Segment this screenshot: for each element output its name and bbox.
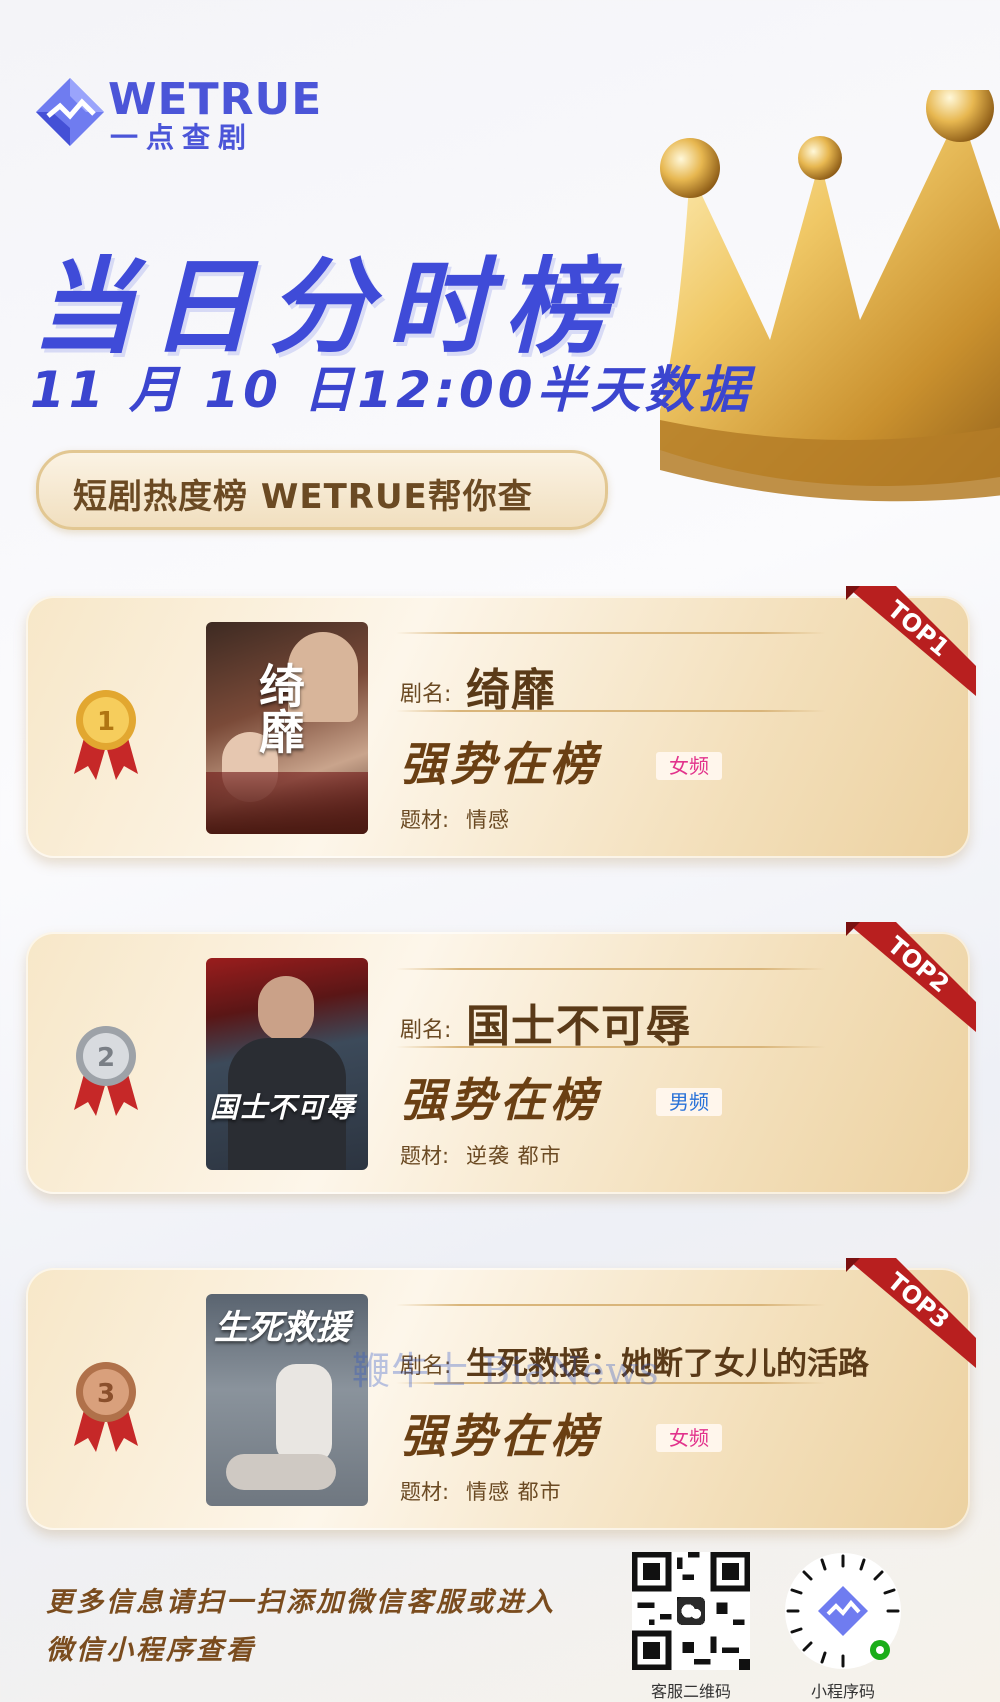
gold-medal-icon: 1 <box>74 690 138 780</box>
genre-label: 题材: <box>400 1480 450 1504</box>
poster-image: 绮靡 <box>206 622 368 834</box>
top-ribbon: TOP3 <box>846 1258 976 1368</box>
poster-image: 国士不可辱 <box>206 958 368 1170</box>
drama-name: 绮靡 <box>466 665 556 716</box>
top-ribbon: TOP2 <box>846 922 976 1032</box>
drama-name-label: 剧名: <box>400 1018 452 1043</box>
bronze-medal-icon: 3 <box>74 1362 138 1452</box>
genre-value: 逆袭 都市 <box>466 1144 562 1168</box>
divider <box>396 1304 826 1306</box>
top-label: TOP2 <box>882 931 954 998</box>
divider <box>396 710 826 712</box>
brand-logo: WETRUE 一点查剧 <box>30 72 321 154</box>
rank-status: 强势在榜 <box>400 1073 600 1127</box>
footer-line-2: 微信小程序查看 <box>46 1635 256 1666</box>
divider <box>396 1046 826 1048</box>
category-tag: 男频 <box>656 1088 722 1116</box>
slogan-pill: 短剧热度榜 WETRUE帮你查 <box>36 450 608 530</box>
divider <box>396 968 826 970</box>
brand-name-cn: 一点查剧 <box>110 121 255 154</box>
rank-status: 强势在榜 <box>400 1409 600 1463</box>
medal-number: 1 <box>97 707 115 737</box>
poster-image: 生死救援 <box>206 1294 368 1506</box>
drama-name: 国士不可辱 <box>466 1001 691 1052</box>
qr-label-service: 客服二维码 <box>650 1682 731 1701</box>
top-label: TOP3 <box>882 1267 954 1334</box>
category-tag: 女频 <box>656 752 722 780</box>
poster-title: 生死救援 <box>214 1308 350 1348</box>
genre-value: 情感 都市 <box>466 1480 562 1504</box>
watermark: 鞭牛士 BiaNews <box>352 1349 660 1393</box>
mini-program-code[interactable] <box>784 1552 902 1670</box>
genre-label: 题材: <box>400 1144 450 1168</box>
crown-icon <box>660 90 1000 502</box>
slogan-text: 短剧热度榜 WETRUE帮你查 <box>73 477 533 517</box>
page-subtitle: 11 月 10 日12:00半天数据 <box>30 361 753 419</box>
rank-status: 强势在榜 <box>400 737 600 791</box>
logo-diamond-icon <box>36 78 104 146</box>
customer-service-qr-code[interactable] <box>632 1552 750 1670</box>
ranking-card-1[interactable]: 1 绮靡 剧名: 绮靡 强势在榜 女频 题材: 情感 TOP1 <box>26 586 976 858</box>
divider <box>396 632 826 634</box>
genre-label: 题材: <box>400 808 450 832</box>
poster-title: 国士不可辱 <box>210 1091 356 1124</box>
drama-name-label: 剧名: <box>400 682 452 707</box>
category-tag: 女频 <box>656 1424 722 1452</box>
ranking-card-3[interactable]: 3 生死救援 剧名: 生死救援：她断了女儿的活路 强势在榜 女频 题材: 情感 … <box>26 1258 976 1530</box>
genre-value: 情感 <box>466 808 510 832</box>
top-label: TOP1 <box>882 595 954 662</box>
top-ribbon: TOP1 <box>846 586 976 696</box>
footer-line-1: 更多信息请扫一扫添加微信客服或进入 <box>46 1587 556 1618</box>
medal-number: 3 <box>97 1379 115 1409</box>
ranking-card-2[interactable]: 2 国士不可辱 剧名: 国士不可辱 强势在榜 男频 题材: 逆袭 都市 TOP2 <box>26 922 976 1194</box>
poster-title: 绮靡 <box>252 662 306 754</box>
silver-medal-icon: 2 <box>74 1026 138 1116</box>
qr-label-mini-program: 小程序码 <box>810 1682 875 1701</box>
medal-number: 2 <box>97 1043 115 1073</box>
